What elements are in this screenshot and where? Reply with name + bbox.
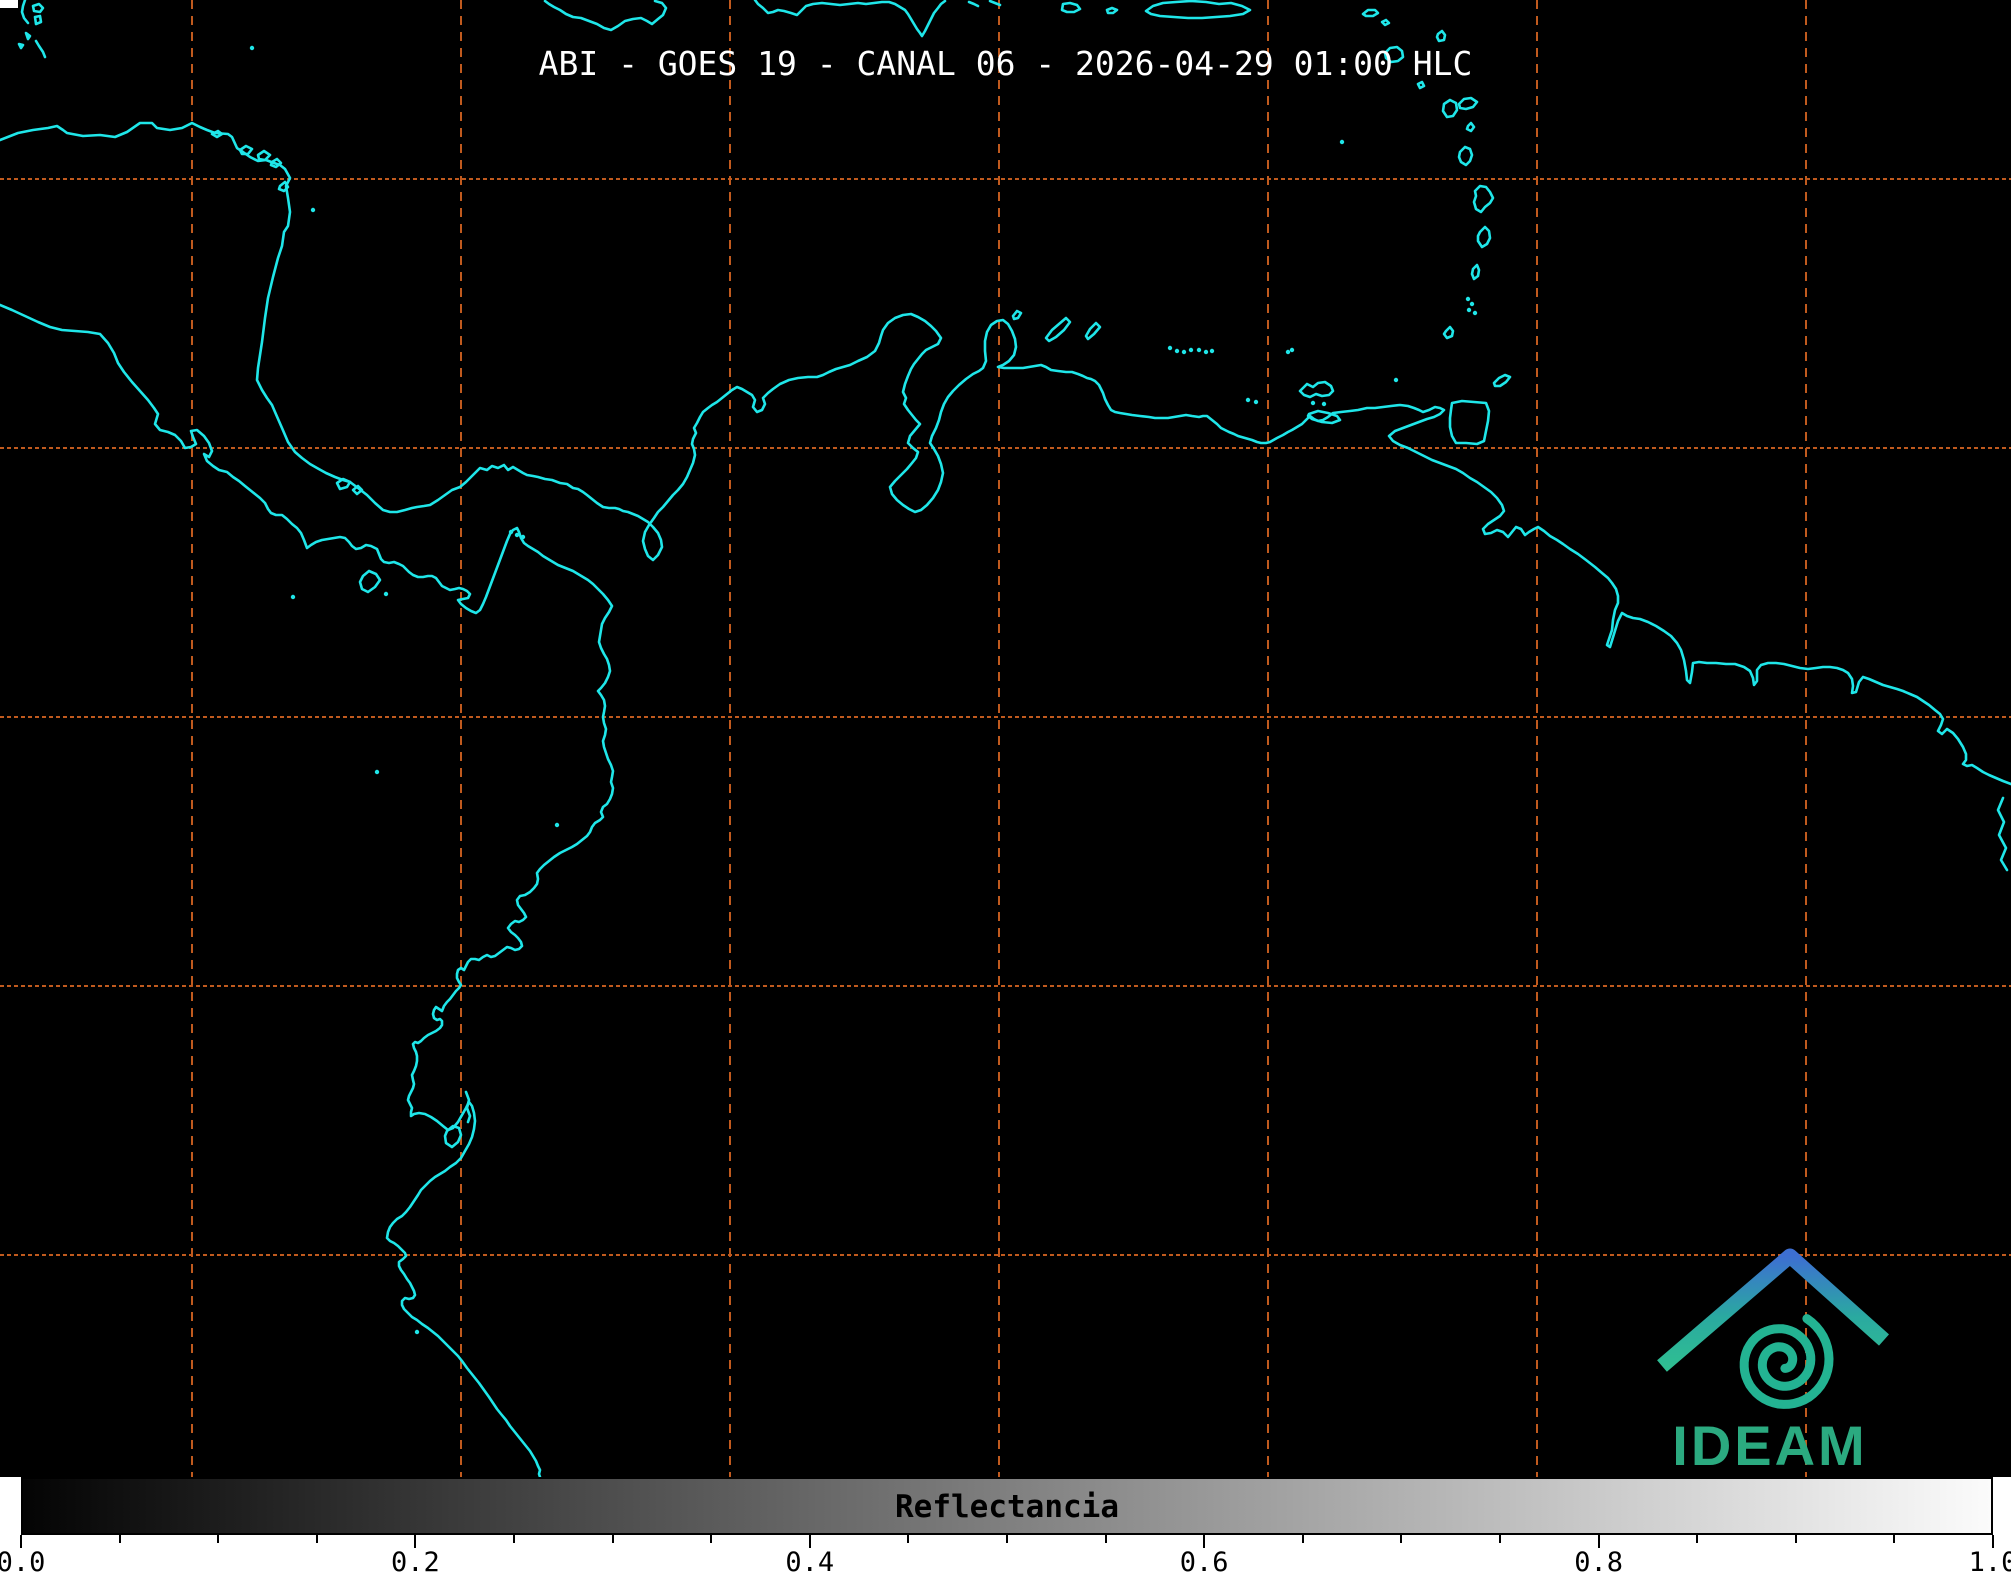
colorbar-tick (217, 1535, 220, 1543)
satellite-image-viewer: ABI - GOES 19 - CANAL 06 - 2026-04-29 01… (0, 0, 2011, 1577)
colorbar-tick-label: 0.8 (1574, 1547, 1623, 1577)
colorbar-tick (315, 1535, 318, 1543)
colorbar-tick-label: 0.2 (391, 1547, 440, 1577)
colorbar-tick-label: 1.0 (1968, 1547, 2011, 1577)
colorbar-tick (1794, 1535, 1797, 1543)
logo-text: IDEAM (1672, 1414, 1867, 1476)
colorbar-tick-label: 0.6 (1179, 1547, 1229, 1577)
colorbar-tick (1499, 1535, 1501, 1543)
colorbar-tick (907, 1535, 910, 1543)
colorbar-tick (118, 1535, 121, 1543)
corner-artifact (0, 0, 18, 8)
colorbar-tick-label: 0.4 (785, 1547, 835, 1577)
colorbar: Reflectancia (21, 1477, 1993, 1535)
ideam-logo: IDEAM (1657, 1248, 1889, 1476)
colorbar-ticks: 0.0 0.2 0.4 0.6 0.8 1.0 (0, 1535, 2011, 1577)
colorbar-tick-label: 0.0 (0, 1547, 46, 1577)
map-title: ABI - GOES 19 - CANAL 06 - 2026-04-29 01… (538, 44, 1473, 83)
colorbar-tick (1006, 1535, 1008, 1543)
colorbar-tick (710, 1535, 713, 1543)
colorbar-label: Reflectancia (895, 1489, 1119, 1525)
colorbar-tick (1301, 1535, 1304, 1543)
logo-spiral-icon (1739, 1314, 1834, 1409)
colorbar-tick (513, 1535, 515, 1543)
colorbar-tick (1104, 1535, 1107, 1543)
colorbar-band: Reflectancia 0.0 0.2 0.4 0.6 0.8 1.0 (0, 1477, 2011, 1577)
colorbar-tick (611, 1535, 614, 1543)
colorbar-tick (1400, 1535, 1403, 1543)
colorbar-tick (1696, 1535, 1699, 1543)
colorbar-tick (1893, 1535, 1896, 1543)
map-area: ABI - GOES 19 - CANAL 06 - 2026-04-29 01… (0, 0, 2011, 1477)
